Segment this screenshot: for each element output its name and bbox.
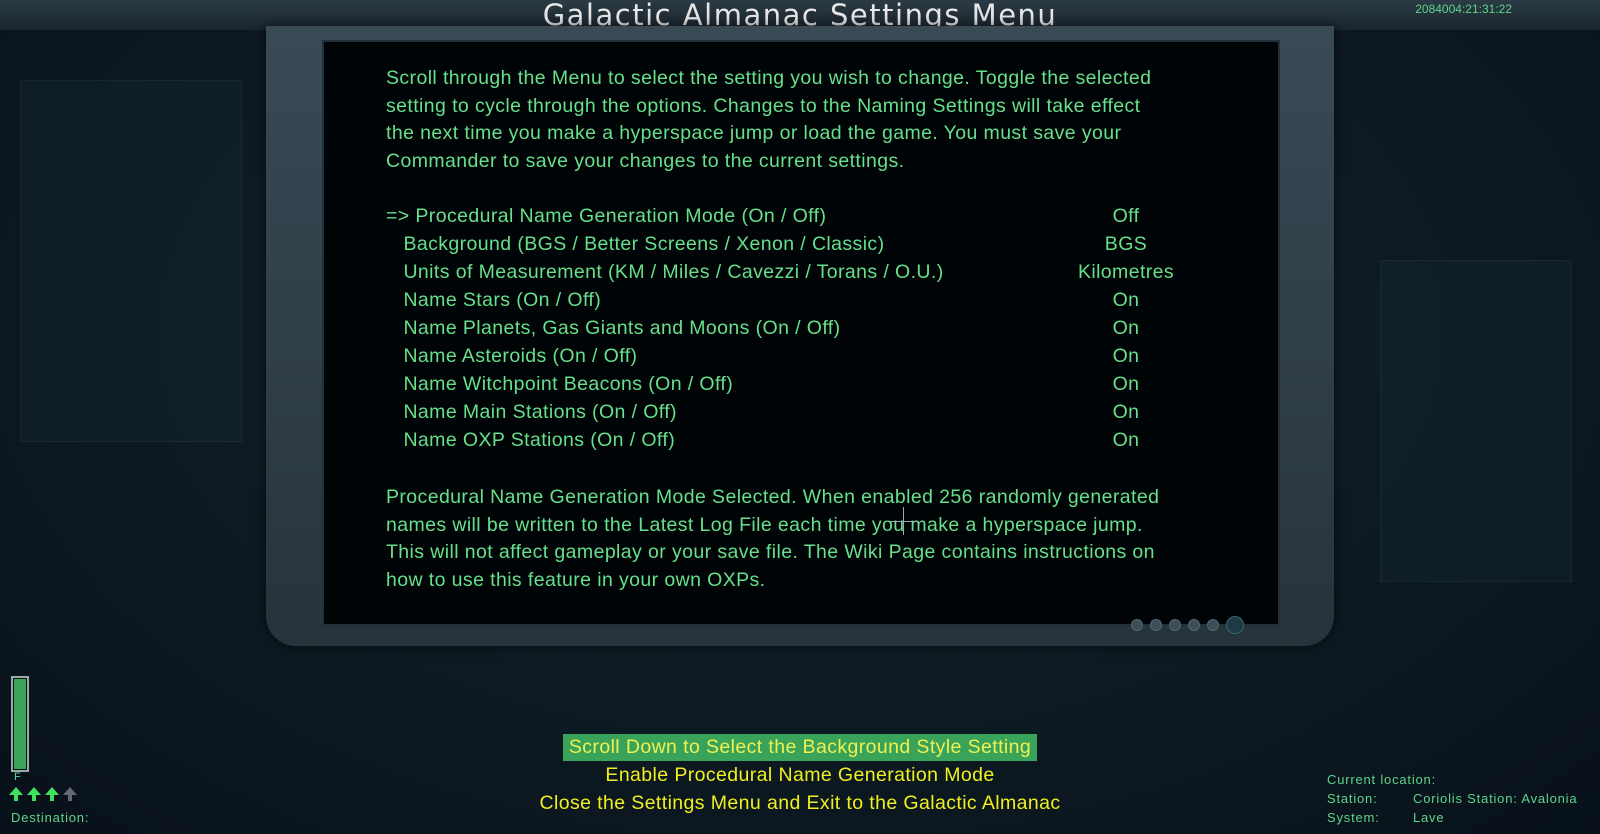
setting-name-main-stations[interactable]: Name Main Stations (On / Off) On [386, 401, 1206, 429]
background-panel-right [1380, 260, 1572, 582]
setting-label: Name Planets, Gas Giants and Moons (On /… [386, 317, 841, 339]
setting-label: Units of Measurement (KM / Miles / Cavez… [386, 261, 944, 283]
led-icon [1207, 619, 1219, 631]
setting-value: On [1112, 429, 1140, 451]
empty-missile-icon [63, 787, 77, 801]
setting-label: => Procedural Name Generation Mode (On /… [386, 205, 827, 227]
setting-name-witchpoint[interactable]: Name Witchpoint Beacons (On / Off) On [386, 373, 1206, 401]
intro-line: Scroll through the Menu to select the se… [386, 67, 1152, 89]
led-icon [1169, 619, 1181, 631]
menu-option-scroll-down[interactable]: Scroll Down to Select the Background Sty… [0, 734, 1600, 761]
setting-units[interactable]: Units of Measurement (KM / Miles / Cavez… [386, 261, 1206, 289]
setting-label: Name OXP Stations (On / Off) [386, 429, 676, 451]
setting-name-stars[interactable]: Name Stars (On / Off) On [386, 289, 1206, 317]
menu-option-label: Scroll Down to Select the Background Sty… [562, 734, 1038, 761]
setting-label: Background (BGS / Better Screens / Xenon… [386, 233, 885, 255]
setting-value: Off [1112, 205, 1140, 227]
system-value: Lave [1413, 810, 1445, 825]
setting-label: Name Stars (On / Off) [386, 289, 602, 311]
missile-indicators [9, 787, 77, 801]
setting-value: On [1112, 345, 1140, 367]
intro-text: Scroll through the Menu to select the se… [386, 65, 1226, 175]
led-icon [1150, 619, 1162, 631]
setting-value: On [1112, 289, 1140, 311]
setting-description: Procedural Name Generation Mode Selected… [386, 484, 1226, 594]
setting-value: Kilometres [1077, 261, 1175, 283]
intro-line: the next time you make a hyperspace jump… [386, 122, 1122, 145]
description-line: names will be written to the Latest Log … [386, 513, 1143, 536]
fuel-level [14, 679, 26, 769]
setting-name-asteroids[interactable]: Name Asteroids (On / Off) On [386, 345, 1206, 373]
setting-value: On [1112, 401, 1140, 423]
setting-label: Name Witchpoint Beacons (On / Off) [386, 373, 734, 395]
setting-name-oxp-stations[interactable]: Name OXP Stations (On / Off) On [386, 429, 1206, 457]
fuel-label: F [14, 771, 21, 783]
setting-value: On [1112, 373, 1140, 395]
setting-value: BGS [1104, 233, 1148, 255]
crosshair-cursor-icon-h [890, 521, 918, 522]
missile-icon [9, 787, 23, 801]
intro-line: Commander to save your changes to the cu… [386, 149, 905, 172]
intro-line: setting to cycle through the options. Ch… [386, 94, 1141, 117]
fuel-gauge [11, 676, 29, 772]
setting-background[interactable]: Background (BGS / Better Screens / Xenon… [386, 233, 1206, 261]
station-label: Station: [1327, 791, 1378, 806]
led-icon [1188, 619, 1200, 631]
description-line: Procedural Name Generation Mode Selected… [386, 486, 1160, 508]
monitor-leds [1131, 616, 1244, 634]
game-clock: 2084004:21:31:22 [1415, 2, 1512, 16]
setting-name-planets[interactable]: Name Planets, Gas Giants and Moons (On /… [386, 317, 1206, 345]
setting-value: On [1112, 317, 1140, 339]
setting-label: Name Main Stations (On / Off) [386, 401, 677, 423]
current-location-label: Current location: [1327, 772, 1436, 787]
menu-option-label: Close the Settings Menu and Exit to the … [539, 792, 1061, 814]
station-value: Coriolis Station: Avalonia [1413, 791, 1578, 806]
destination-label: Destination: [11, 810, 90, 825]
setting-label: Name Asteroids (On / Off) [386, 345, 638, 367]
description-line: This will not affect gameplay or your sa… [386, 541, 1155, 564]
power-led-icon [1226, 616, 1244, 634]
led-icon [1131, 619, 1143, 631]
menu-option-label: Enable Procedural Name Generation Mode [605, 764, 995, 786]
missile-icon [27, 787, 41, 801]
background-panel-left [20, 80, 242, 442]
description-line: how to use this feature in your own OXPs… [386, 568, 766, 591]
missile-icon [45, 787, 59, 801]
system-label: System: [1327, 810, 1380, 825]
setting-procedural-names[interactable]: => Procedural Name Generation Mode (On /… [386, 205, 1206, 233]
